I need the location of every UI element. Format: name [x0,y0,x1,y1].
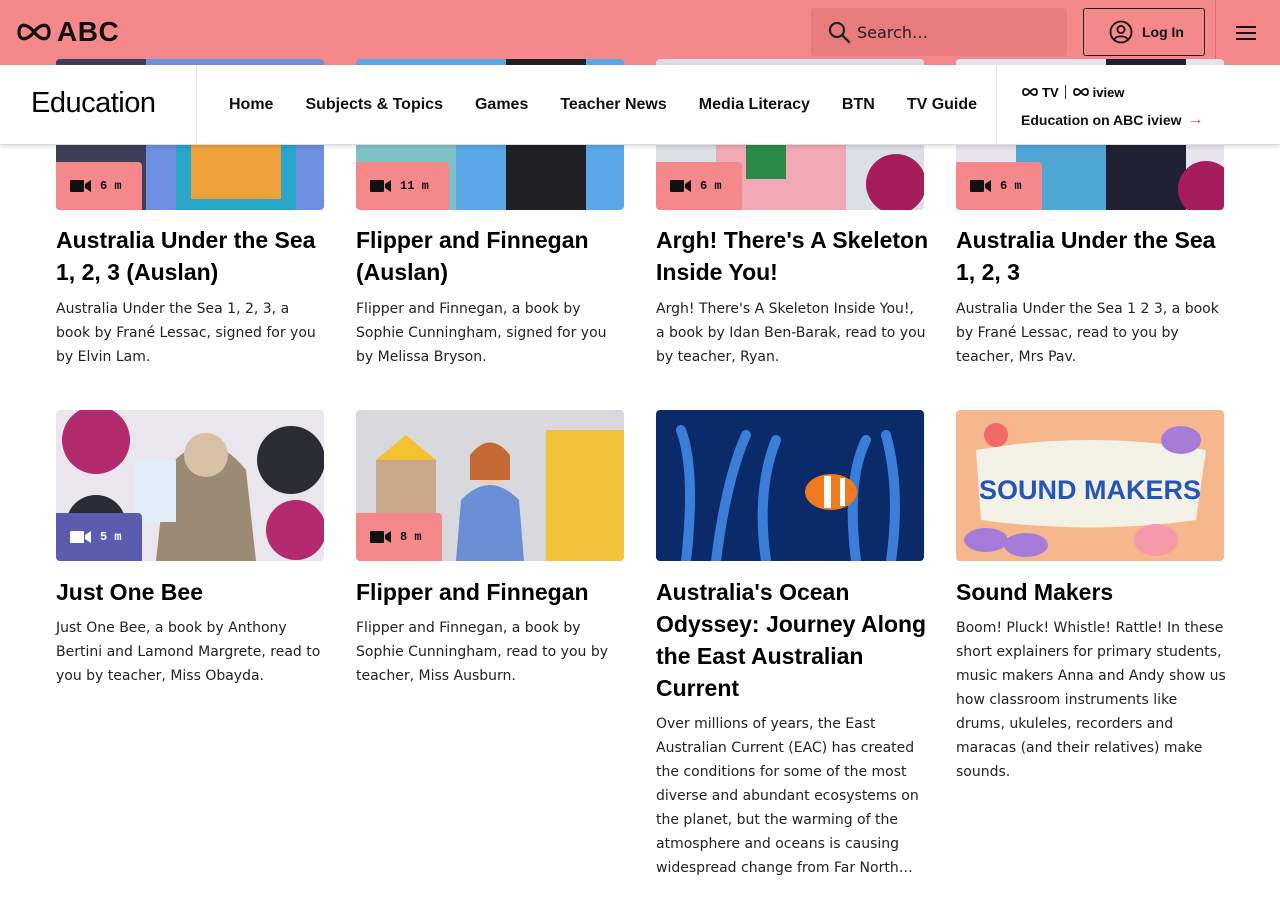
abc-iview-logo: iview [1072,85,1124,100]
abc-wordmark: ABC [57,16,120,47]
arrow-right-icon: → [1187,111,1204,128]
abc-lissajous-icon [17,23,51,41]
card-description: Australia Under the Sea 1 2 3, a book by… [956,301,1219,365]
video-icon [670,180,691,192]
abc-header: ABC Log In [0,0,1280,65]
login-label: Log In [1142,24,1184,40]
education-nav: Education Home Subjects & Topics Games T… [0,65,1280,145]
card-description: Boom! Pluck! Whistle! Rattle! In these s… [956,620,1226,780]
education-title[interactable]: Education [31,87,156,120]
card-description: Flipper and Finnegan, a book by Sophie C… [356,620,609,684]
header-divider [1215,0,1216,65]
card-description: Australia Under the Sea 1, 2, 3, a book … [56,301,316,365]
card-title[interactable]: Flipper and Finnegan [356,576,636,608]
card-thumbnail[interactable]: SOUND MAKERS [956,410,1224,561]
card-description: Over millions of years, the East Austral… [656,716,919,876]
iview-link-label: Education on ABC iview [1021,112,1182,128]
duration-badge: 6 m [656,162,742,210]
login-button[interactable]: Log In [1083,8,1205,56]
nav-item-teacher-news[interactable]: Teacher News [544,96,682,114]
video-icon [70,531,91,543]
user-icon [1109,20,1133,44]
card-title[interactable]: Flipper and Finnegan (Auslan) [356,224,636,288]
search-box[interactable] [811,8,1067,56]
duration-badge: 6 m [956,162,1042,210]
card-description: Just One Bee, a book by Anthony Bertini … [56,620,321,684]
card-title[interactable]: Australia's Ocean Odyssey: Journey Along… [656,576,936,704]
video-icon [370,180,391,192]
nav-item-home[interactable]: Home [213,96,289,114]
abc-logo[interactable]: ABC [17,18,119,46]
card-title[interactable]: Australia Under the Sea 1, 2, 3 [956,224,1236,288]
card-thumbnail[interactable] [656,410,924,561]
duration-badge: 6 m [56,162,142,210]
video-icon [70,180,91,192]
card-title[interactable]: Australia Under the Sea 1, 2, 3 (Auslan) [56,224,336,288]
abc-tv-logo: TV [1021,85,1059,100]
duration-badge: 11 m [356,162,449,210]
card-title[interactable]: Argh! There's A Skeleton Inside You! [656,224,936,288]
sound-makers-thumb-text: SOUND MAKERS [979,475,1201,505]
nav-divider [196,65,197,145]
search-icon [828,21,851,44]
iview-logos: TV iview [1021,84,1204,100]
nav-item-media-literacy[interactable]: Media Literacy [683,96,826,114]
duration-badge: 5 m [56,513,142,561]
iview-promo[interactable]: TV iview Education on ABC iview → [1021,84,1204,129]
video-icon [970,180,991,192]
iview-link[interactable]: Education on ABC iview → [1021,111,1204,129]
video-icon [370,531,391,543]
nav-divider [996,65,997,145]
card-description: Flipper and Finnegan, a book by Sophie C… [356,301,607,365]
duration-badge: 8 m [356,513,442,561]
hamburger-menu-icon[interactable] [1236,22,1258,42]
card-description: Argh! There's A Skeleton Inside You!, a … [656,301,926,365]
card-title[interactable]: Sound Makers [956,576,1236,608]
search-input[interactable] [857,22,1057,42]
nav-item-subjects-topics[interactable]: Subjects & Topics [289,96,459,114]
education-menu: Home Subjects & Topics Games Teacher New… [213,65,993,145]
nav-item-tv-guide[interactable]: TV Guide [891,96,993,114]
card-title[interactable]: Just One Bee [56,576,336,608]
nav-item-btn[interactable]: BTN [826,96,891,114]
nav-item-games[interactable]: Games [459,96,544,114]
